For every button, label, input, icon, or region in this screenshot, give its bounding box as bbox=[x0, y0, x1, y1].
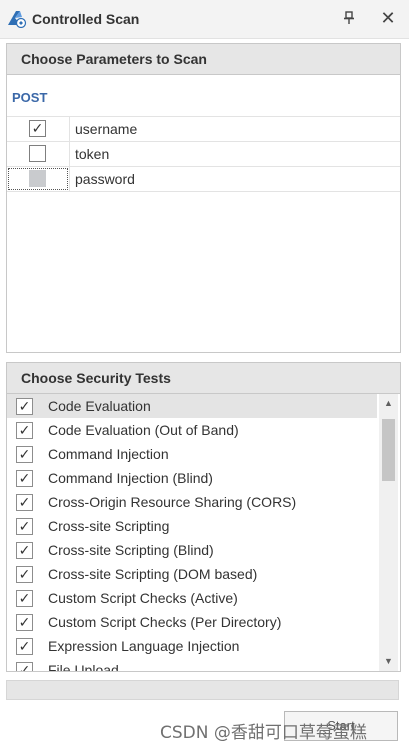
param-checkbox[interactable] bbox=[29, 145, 46, 162]
test-label: Custom Script Checks (Per Directory) bbox=[48, 614, 282, 630]
progress-bar bbox=[6, 680, 399, 700]
window-title: Controlled Scan bbox=[32, 11, 140, 27]
arrow-up-icon[interactable]: ▲ bbox=[379, 395, 398, 412]
list-item[interactable]: ✓ Command Injection (Blind) bbox=[7, 466, 377, 490]
test-checkbox[interactable]: ✓ bbox=[16, 518, 33, 535]
test-checkbox[interactable]: ✓ bbox=[16, 494, 33, 511]
test-label: Code Evaluation (Out of Band) bbox=[48, 422, 239, 438]
test-label: Custom Script Checks (Active) bbox=[48, 590, 238, 606]
shark-fin-icon bbox=[8, 11, 27, 28]
test-label: Command Injection (Blind) bbox=[48, 470, 213, 486]
security-tests-panel-header: Choose Security Tests bbox=[7, 363, 400, 394]
test-checkbox[interactable]: ✓ bbox=[16, 590, 33, 607]
http-method-label: POST bbox=[12, 90, 48, 105]
test-checkbox[interactable]: ✓ bbox=[16, 566, 33, 583]
param-name: token bbox=[75, 146, 110, 162]
list-item[interactable]: ✓ File Upload bbox=[7, 658, 377, 671]
list-item[interactable]: ✓ Expression Language Injection bbox=[7, 634, 377, 658]
list-item[interactable]: ✓ Custom Script Checks (Per Directory) bbox=[7, 610, 377, 634]
close-icon[interactable]: ✕ bbox=[379, 9, 397, 27]
test-checkbox[interactable]: ✓ bbox=[16, 638, 33, 655]
param-name: username bbox=[75, 121, 138, 137]
test-label: Code Evaluation bbox=[48, 398, 151, 414]
test-checkbox[interactable]: ✓ bbox=[16, 398, 33, 415]
tests-scrollbar[interactable]: ▲ ▼ bbox=[379, 394, 398, 671]
param-name: password bbox=[75, 171, 135, 187]
list-item[interactable]: ✓ Cross-site Scripting bbox=[7, 514, 377, 538]
test-checkbox[interactable]: ✓ bbox=[16, 446, 33, 463]
list-item[interactable]: ✓ Custom Script Checks (Active) bbox=[7, 586, 377, 610]
param-row[interactable]: token bbox=[7, 141, 400, 166]
param-row[interactable]: password bbox=[7, 166, 400, 192]
test-label: File Upload bbox=[48, 662, 119, 671]
parameters-panel-header: Choose Parameters to Scan bbox=[7, 44, 400, 75]
list-item[interactable]: ✓ Command Injection bbox=[7, 442, 377, 466]
security-tests-list: ✓ Code Evaluation ✓ Code Evaluation (Out o… bbox=[7, 394, 377, 671]
test-checkbox[interactable]: ✓ bbox=[16, 614, 33, 631]
param-row[interactable]: ✓ username bbox=[7, 116, 400, 141]
test-checkbox[interactable]: ✓ bbox=[16, 470, 33, 487]
test-label: Cross-site Scripting bbox=[48, 518, 170, 534]
test-label: Cross-site Scripting (DOM based) bbox=[48, 566, 258, 582]
test-checkbox[interactable]: ✓ bbox=[16, 662, 33, 671]
security-tests-panel: Choose Security Tests ✓ Code Evaluation ✓… bbox=[6, 362, 401, 672]
list-item[interactable]: ✓ Cross-site Scripting (DOM based) bbox=[7, 562, 377, 586]
test-checkbox[interactable]: ✓ bbox=[16, 542, 33, 559]
list-item[interactable]: ✓ Cross-Origin Resource Sharing (CORS) bbox=[7, 490, 377, 514]
watermark: CSDN @香甜可口草莓蛋糕 bbox=[160, 723, 367, 743]
pin-icon[interactable] bbox=[342, 11, 356, 25]
list-item[interactable]: ✓ Code Evaluation (Out of Band) bbox=[7, 418, 377, 442]
parameters-table: ✓ username token password bbox=[7, 116, 400, 192]
test-checkbox[interactable]: ✓ bbox=[16, 422, 33, 439]
test-label: Cross-Origin Resource Sharing (CORS) bbox=[48, 494, 297, 510]
list-item[interactable]: ✓ Cross-site Scripting (Blind) bbox=[7, 538, 377, 562]
test-label: Expression Language Injection bbox=[48, 638, 240, 654]
scroll-thumb[interactable] bbox=[382, 419, 395, 481]
arrow-down-icon[interactable]: ▼ bbox=[379, 653, 398, 670]
window-titlebar: Controlled Scan ✕ bbox=[0, 0, 409, 39]
list-item[interactable]: ✓ Code Evaluation bbox=[7, 394, 377, 418]
param-checkbox[interactable] bbox=[29, 170, 46, 187]
param-checkbox[interactable]: ✓ bbox=[29, 120, 46, 137]
parameters-panel: Choose Parameters to Scan POST ✓ usernam… bbox=[6, 43, 401, 353]
test-label: Cross-site Scripting (Blind) bbox=[48, 542, 214, 558]
test-label: Command Injection bbox=[48, 446, 169, 462]
